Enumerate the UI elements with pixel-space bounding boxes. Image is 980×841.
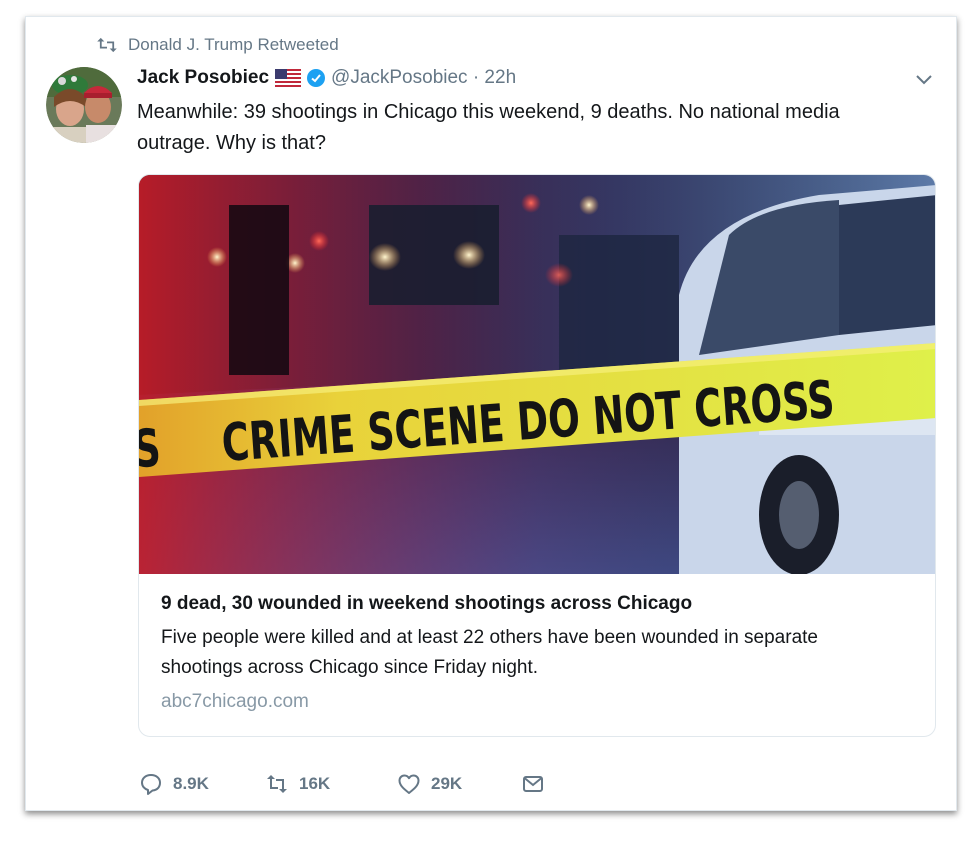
chevron-down-icon[interactable] (914, 69, 934, 89)
reply-icon (141, 774, 161, 795)
reply-button[interactable]: 8.9K (139, 772, 265, 796)
reply-count: 8.9K (173, 774, 209, 793)
link-description: Five people were killed and at least 22 … (161, 627, 818, 678)
retweet-count: 16K (299, 774, 331, 793)
tweet-header: Jack Posobiec @JackPosobiec · 22h (137, 64, 516, 92)
author-name[interactable]: Jack Posobiec (137, 67, 269, 89)
envelope-icon (523, 776, 543, 792)
author-handle-time[interactable]: @JackPosobiec · 22h (331, 67, 516, 89)
direct-message-button[interactable] (521, 772, 545, 796)
us-flag-icon (275, 69, 302, 87)
link-preview-image: S CRIME SCENE DO NOT CROSS (139, 175, 935, 574)
heart-icon (398, 774, 420, 794)
tweet-text: Meanwhile: 39 shootings in Chicago this … (137, 101, 840, 154)
like-count: 29K (431, 774, 463, 793)
link-title: 9 dead, 30 wounded in weekend shootings … (161, 593, 693, 614)
like-button[interactable]: 29K (397, 772, 521, 796)
tweet-card: Donald J. Trump Retweeted Jack Posobiec … (25, 16, 957, 811)
link-preview-card[interactable]: S CRIME SCENE DO NOT CROSS 9 dead, 30 wo… (138, 174, 936, 737)
retweet-icon (97, 37, 117, 53)
avatar[interactable] (46, 67, 122, 143)
retweet-context-label: Donald J. Trump Retweeted (128, 35, 339, 54)
tweet-actions: 8.9K 16K 29K (139, 771, 545, 797)
retweet-button[interactable]: 16K (265, 772, 397, 796)
retweet-context[interactable]: Donald J. Trump Retweeted (96, 34, 339, 56)
retweet-icon (267, 775, 287, 793)
verified-badge-icon (307, 69, 326, 87)
link-domain: abc7chicago.com (161, 691, 309, 712)
